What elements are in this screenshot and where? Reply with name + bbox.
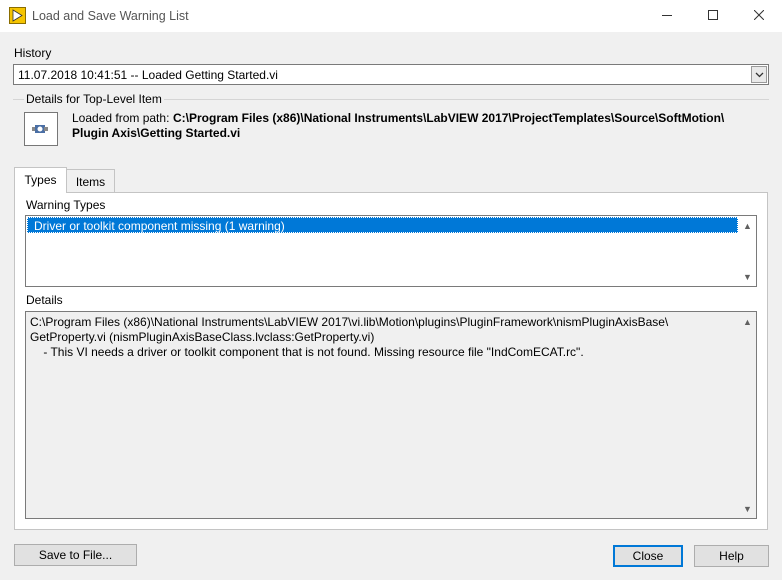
- scroll-down-icon[interactable]: ▼: [739, 500, 756, 517]
- scroll-down-icon[interactable]: ▼: [739, 268, 756, 285]
- loaded-path-line1: C:\Program Files (x86)\National Instrume…: [173, 111, 725, 125]
- history-value: 11.07.2018 10:41:51 -- Loaded Getting St…: [18, 68, 278, 82]
- close-icon: [753, 9, 765, 23]
- history-label: History: [14, 46, 52, 60]
- labview-app-icon: [9, 7, 26, 24]
- loaded-path-line2: Plugin Axis\Getting Started.vi: [72, 126, 241, 140]
- vi-icon: [24, 112, 58, 146]
- maximize-icon: [708, 9, 718, 23]
- maximize-button[interactable]: [690, 0, 736, 32]
- details-textbox[interactable]: C:\Program Files (x86)\National Instrume…: [25, 311, 757, 519]
- help-button[interactable]: Help: [694, 545, 769, 567]
- history-dropdown[interactable]: 11.07.2018 10:41:51 -- Loaded Getting St…: [13, 64, 769, 85]
- close-window-button[interactable]: [736, 0, 782, 32]
- scroll-up-icon[interactable]: ▲: [739, 217, 756, 234]
- save-to-file-button[interactable]: Save to File...: [14, 544, 137, 566]
- details-text: C:\Program Files (x86)\National Instrume…: [30, 315, 669, 359]
- minimize-icon: [662, 9, 672, 23]
- tab-types[interactable]: Types: [14, 167, 67, 193]
- window-title: Load and Save Warning List: [32, 9, 189, 23]
- details-scrollbar[interactable]: ▲ ▼: [739, 312, 756, 518]
- tab-types-label: Types: [24, 173, 57, 187]
- warning-types-label: Warning Types: [26, 198, 106, 212]
- scroll-up-icon[interactable]: ▲: [739, 313, 756, 330]
- minimize-button[interactable]: [644, 0, 690, 32]
- details-label: Details: [26, 293, 63, 307]
- warning-list-scrollbar[interactable]: ▲ ▼: [739, 216, 756, 286]
- chevron-down-icon[interactable]: [751, 66, 767, 83]
- tab-items-label: Items: [75, 175, 106, 189]
- loaded-from-label: Loaded from path:: [72, 111, 170, 125]
- warning-types-list[interactable]: Driver or toolkit component missing (1 w…: [25, 215, 757, 287]
- close-button[interactable]: Close: [613, 545, 683, 567]
- details-group-label: Details for Top-Level Item: [24, 92, 164, 106]
- list-item[interactable]: Driver or toolkit component missing (1 w…: [27, 217, 738, 233]
- tab-items[interactable]: Items: [66, 169, 115, 192]
